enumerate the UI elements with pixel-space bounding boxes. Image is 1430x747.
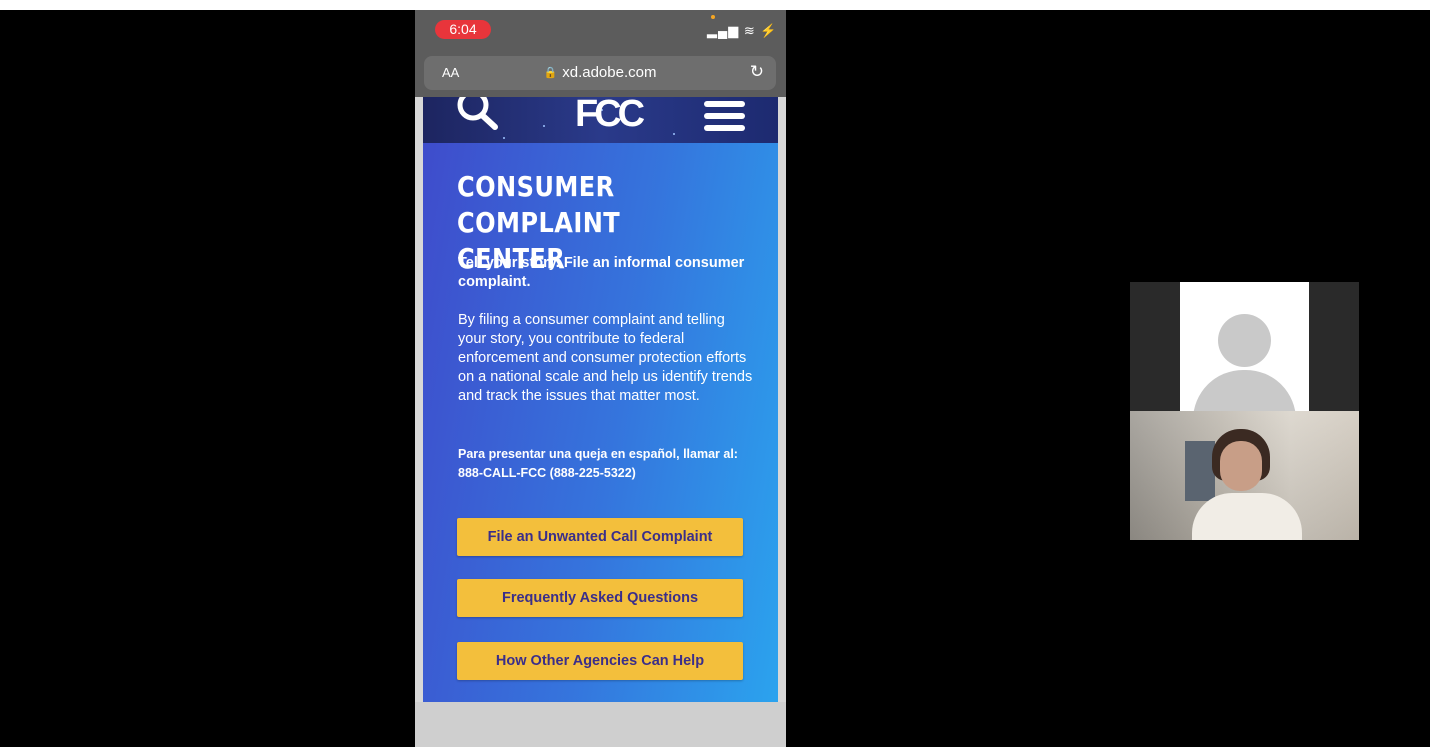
avatar-head-icon [1218, 314, 1271, 367]
url-text[interactable]: 🔒 xd.adobe.com [424, 64, 776, 81]
lock-icon: 🔒 [543, 67, 558, 79]
participant-video-tile[interactable] [1130, 282, 1359, 430]
status-bar: 6:04 ▂▄▆ ≋ ⚡ [415, 10, 786, 56]
spanish-instruction: Para presentar una queja en español, lla… [458, 447, 738, 461]
site-header: FCC [423, 97, 778, 143]
spanish-phone-info: Para presentar una queja en español, lla… [458, 445, 758, 483]
hamburger-menu-icon[interactable] [704, 101, 745, 137]
microphone-indicator-icon [711, 15, 715, 19]
page-footer [415, 702, 786, 747]
avatar [1180, 282, 1309, 430]
camera-person-shirt [1192, 493, 1302, 540]
status-time[interactable]: 6:04 [435, 20, 491, 39]
fcc-page: FCC CONSUMER COMPLAINT CENTER Tell your … [423, 97, 778, 702]
phone-screen: 6:04 ▂▄▆ ≋ ⚡ AA 🔒 xd.adobe.com ↻ FCC CONS… [415, 10, 786, 747]
star-decoration [503, 137, 505, 139]
other-agencies-button[interactable]: How Other Agencies Can Help [457, 642, 743, 680]
top-strip [0, 0, 1430, 10]
camera-person-face [1220, 441, 1262, 491]
browser-address-bar: AA 🔒 xd.adobe.com ↻ [415, 56, 786, 97]
reload-icon[interactable]: ↻ [750, 62, 764, 82]
camera-shelf [1185, 441, 1215, 501]
file-unwanted-call-complaint-button[interactable]: File an Unwanted Call Complaint [457, 518, 743, 556]
page-tagline: Tell your story. File an informal consum… [458, 255, 745, 290]
intro-paragraph: By filing a consumer complaint and telli… [458, 312, 753, 404]
phone-number[interactable]: 888-CALL-FCC (888-225-5322) [458, 464, 758, 483]
faq-button[interactable]: Frequently Asked Questions [457, 579, 743, 617]
star-decoration [543, 125, 545, 127]
search-icon[interactable] [455, 97, 501, 131]
url-label: xd.adobe.com [562, 64, 657, 81]
fcc-logo[interactable]: FCC [575, 97, 645, 136]
self-video-tile[interactable] [1130, 411, 1359, 540]
signal-wifi-battery-icon: ▂▄▆ ≋ ⚡ [707, 23, 778, 38]
address-field[interactable]: AA 🔒 xd.adobe.com ↻ [424, 56, 776, 90]
star-decoration [673, 133, 675, 135]
